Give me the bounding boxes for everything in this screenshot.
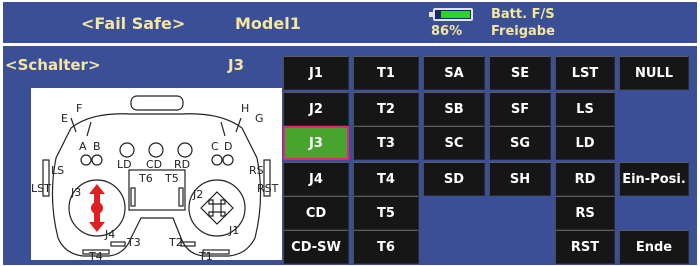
switch-button-sf[interactable]: SF (489, 92, 551, 126)
switch-button-ld[interactable]: LD (555, 126, 615, 160)
svg-text:G: G (255, 112, 264, 125)
svg-text:J4: J4 (104, 228, 115, 241)
svg-text:T2: T2 (168, 236, 183, 249)
switch-button-sb[interactable]: SB (423, 92, 485, 126)
switch-button-null[interactable]: NULL (619, 56, 689, 90)
svg-text:LD: LD (117, 158, 132, 171)
switch-button-j1[interactable]: J1 (283, 56, 349, 90)
switch-button-cd[interactable]: CD (283, 196, 349, 230)
svg-text:J1: J1 (228, 224, 239, 237)
svg-text:LS: LS (51, 164, 64, 177)
switch-button-t3[interactable]: T3 (353, 126, 419, 160)
svg-text:B: B (93, 140, 101, 153)
svg-text:E: E (61, 112, 68, 125)
svg-text:T6: T6 (138, 172, 153, 185)
svg-text:J3: J3 (70, 186, 81, 199)
svg-text:T3: T3 (126, 236, 141, 249)
svg-text:RD: RD (174, 158, 190, 171)
svg-text:LST: LST (31, 182, 51, 195)
switch-button-t2[interactable]: T2 (353, 92, 419, 126)
battery-percent: 86% (431, 24, 463, 39)
switch-button-sa[interactable]: SA (423, 56, 485, 90)
switch-label: <Schalter> (5, 56, 101, 74)
svg-text:H: H (241, 102, 249, 115)
switch-button-ende[interactable]: Ende (619, 230, 689, 264)
svg-text:CD: CD (146, 158, 162, 171)
svg-text:RST: RST (257, 182, 279, 195)
svg-text:T5: T5 (164, 172, 179, 185)
switch-button-t1[interactable]: T1 (353, 56, 419, 90)
svg-text:T4: T4 (88, 250, 103, 260)
switch-button-rd[interactable]: RD (555, 162, 615, 196)
switch-button-sd[interactable]: SD (423, 162, 485, 196)
switch-button-lst[interactable]: LST (555, 56, 615, 90)
switch-button-j3[interactable]: J3 (283, 126, 349, 160)
transmitter-diagram: EF AB HG CD LD CD RD LS LST RS RST T6 T5 J3 J4… (31, 88, 282, 260)
svg-text:RS: RS (249, 164, 264, 177)
switch-button-t6[interactable]: T6 (353, 230, 419, 264)
battery-failsafe-label: Batt. F/S (491, 7, 555, 22)
switch-button-ls[interactable]: LS (555, 92, 615, 126)
switch-button-ein-posi[interactable]: Ein-Posi. (619, 162, 689, 196)
battery-icon (429, 8, 473, 21)
switch-button-cd-sw[interactable]: CD-SW (283, 230, 349, 264)
switch-button-sc[interactable]: SC (423, 126, 485, 160)
fail-safe-screen: <Fail Safe> Model1 86% Batt. F/S Freigab… (0, 0, 700, 266)
header-bar: <Fail Safe> Model1 86% Batt. F/S Freigab… (3, 2, 697, 43)
svg-text:D: D (224, 140, 232, 153)
selected-switch-value: J3 (228, 56, 245, 74)
switch-button-t4[interactable]: T4 (353, 162, 419, 196)
model-name: Model1 (235, 14, 301, 33)
battery-failsafe-status: Freigabe (491, 24, 555, 39)
switch-button-j4[interactable]: J4 (283, 162, 349, 196)
transmitter-outline: EF AB HG CD LD CD RD LSLST RS RST T6 T5 J3 J4… (31, 95, 279, 260)
j3-highlight (89, 184, 105, 232)
switch-button-sg[interactable]: SG (489, 126, 551, 160)
switch-button-sh[interactable]: SH (489, 162, 551, 196)
svg-text:A: A (79, 140, 87, 153)
svg-text:T1: T1 (198, 250, 213, 260)
svg-text:C: C (211, 140, 219, 153)
switch-button-j2[interactable]: J2 (283, 92, 349, 126)
switch-button-t5[interactable]: T5 (353, 196, 419, 230)
switch-button-rs[interactable]: RS (555, 196, 615, 230)
battery-level-fill (441, 11, 470, 18)
screen-title: <Fail Safe> (81, 14, 186, 33)
switch-button-se[interactable]: SE (489, 56, 551, 90)
switch-button-rst[interactable]: RST (555, 230, 615, 264)
svg-text:J2: J2 (192, 188, 203, 201)
svg-text:F: F (76, 102, 82, 115)
switch-select-panel: <Schalter> J3 E F A B H G C D LD CD RD L… (3, 46, 697, 265)
